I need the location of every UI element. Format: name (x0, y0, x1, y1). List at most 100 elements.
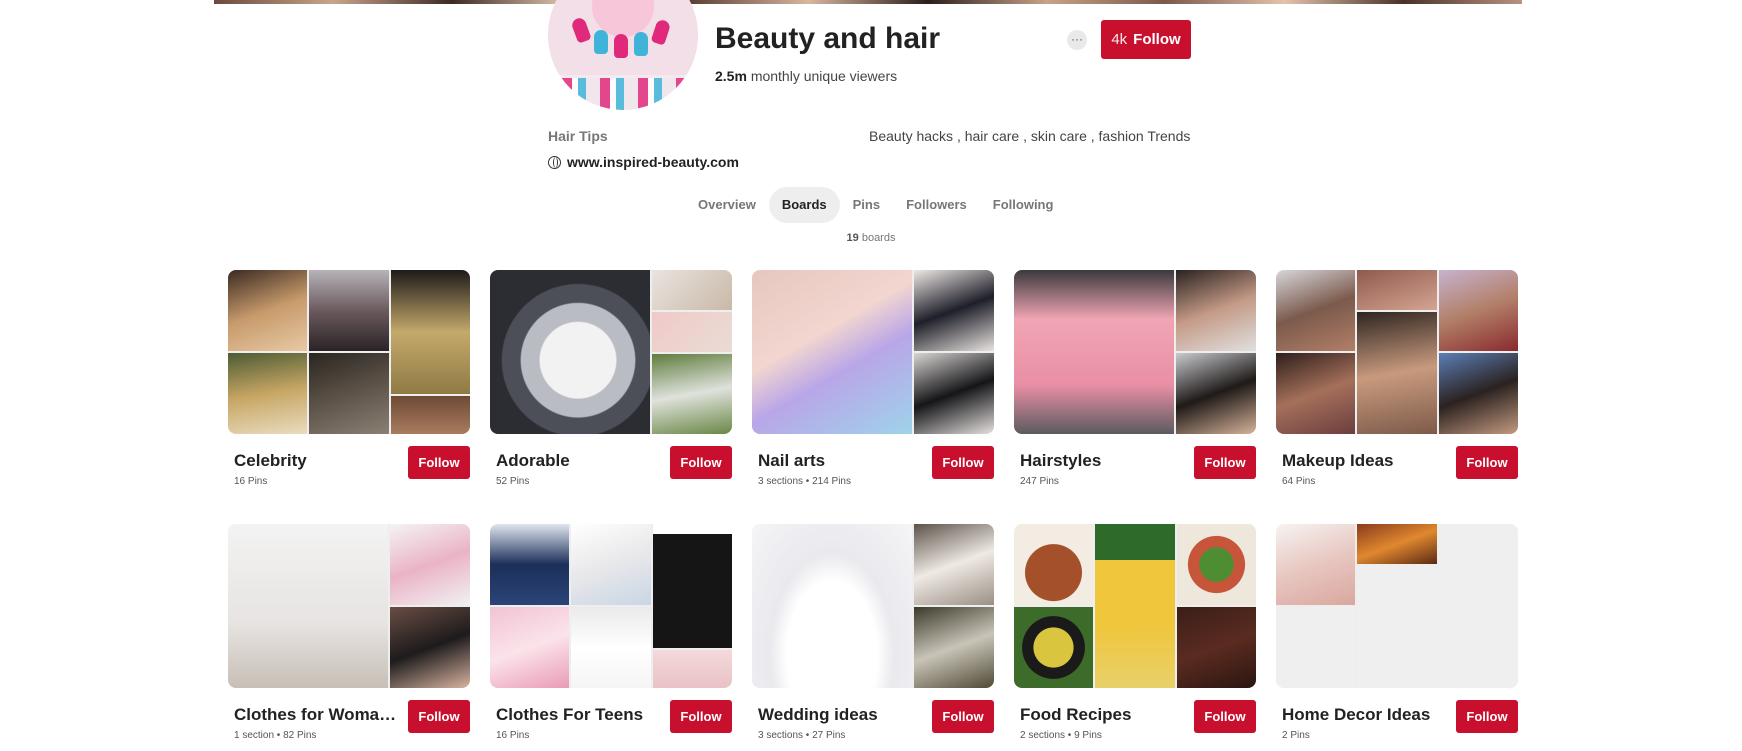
board-card-makeup-ideas[interactable]: Makeup Ideas 64 Pins Follow (1276, 270, 1518, 487)
board-thumbnail (1177, 524, 1256, 605)
board-thumbnail (228, 524, 388, 688)
board-thumbnail (490, 524, 569, 605)
board-thumbnail (752, 270, 912, 434)
tab-following[interactable]: Following (980, 187, 1067, 223)
board-thumbnail (914, 270, 994, 351)
board-cover[interactable] (228, 524, 470, 688)
board-thumbnail (1176, 270, 1256, 351)
tab-boards[interactable]: Boards (768, 187, 840, 223)
board-title[interactable]: Food Recipes (1020, 705, 1131, 725)
board-meta: 3 sections • 214 Pins (758, 476, 851, 487)
board-thumbnail (914, 524, 994, 605)
board-card-adorable[interactable]: Adorable 52 Pins Follow (490, 270, 732, 487)
board-thumbnail (390, 524, 470, 605)
profile-website-link[interactable]: www.inspired-beauty.com (548, 154, 739, 170)
board-title[interactable]: Hairstyles (1020, 451, 1101, 471)
board-card-clothes-for-woman[interactable]: Clothes for Woman ... 1 section • 82 Pin… (228, 524, 470, 741)
board-thumbnail-empty (1439, 524, 1518, 605)
board-thumbnail (1176, 353, 1256, 434)
board-thumbnail (571, 607, 651, 688)
profile-about-left: Hair Tips (548, 128, 608, 144)
board-thumbnail (228, 270, 307, 351)
board-thumbnail-empty (1357, 566, 1437, 688)
monthly-viewers: 2.5m monthly unique viewers (715, 68, 897, 84)
board-thumbnail (1357, 270, 1437, 310)
avatar-nail-shape (634, 32, 648, 56)
board-thumbnail (1276, 270, 1355, 351)
board-follow-button[interactable]: Follow (670, 700, 732, 733)
board-meta: 16 Pins (496, 730, 530, 741)
board-cover[interactable] (228, 270, 470, 434)
board-thumbnail (653, 524, 732, 648)
board-card-nail-arts[interactable]: Nail arts 3 sections • 214 Pins Follow (752, 270, 994, 487)
board-card-home-decor-ideas[interactable]: Home Decor Ideas 2 Pins Follow (1276, 524, 1518, 741)
board-cover[interactable] (1014, 270, 1256, 434)
board-title[interactable]: Makeup Ideas (1282, 451, 1394, 471)
board-title[interactable]: Nail arts (758, 451, 825, 471)
board-thumbnail (1095, 524, 1175, 688)
board-card-wedding-ideas[interactable]: Wedding ideas 3 sections • 27 Pins Follo… (752, 524, 994, 741)
board-card-hairstyles[interactable]: Hairstyles 247 Pins Follow (1014, 270, 1256, 487)
board-cover[interactable] (490, 524, 732, 688)
tab-overview[interactable]: Overview (685, 187, 769, 223)
board-title[interactable]: Clothes For Teens (496, 705, 643, 725)
board-thumbnail (1276, 353, 1355, 434)
board-thumbnail (1439, 270, 1518, 351)
tab-pins[interactable]: Pins (840, 187, 893, 223)
tab-followers[interactable]: Followers (893, 187, 980, 223)
board-title[interactable]: Celebrity (234, 451, 307, 471)
profile-about-right: Beauty hacks , hair care , skin care , f… (869, 128, 1191, 144)
boards-count-number: 19 (846, 232, 859, 244)
board-follow-button[interactable]: Follow (1456, 700, 1518, 733)
board-thumbnail (1276, 524, 1355, 605)
board-cover[interactable] (1276, 270, 1518, 434)
follow-label: Follow (1133, 31, 1181, 48)
avatar-nail-shape (614, 34, 628, 58)
board-thumbnail (571, 524, 651, 605)
board-title[interactable]: Adorable (496, 451, 570, 471)
board-follow-button[interactable]: Follow (1194, 446, 1256, 479)
board-title[interactable]: Wedding ideas (758, 705, 878, 725)
board-cover[interactable] (490, 270, 732, 434)
board-meta: 52 Pins (496, 476, 530, 487)
boards-count-label: boards (861, 232, 896, 244)
board-follow-button[interactable]: Follow (1194, 700, 1256, 733)
follow-profile-button[interactable]: 4k Follow (1101, 20, 1191, 59)
board-cover[interactable] (1276, 524, 1518, 688)
board-follow-button[interactable]: Follow (932, 446, 994, 479)
avatar-nail-shape (594, 30, 608, 54)
board-thumbnail (490, 607, 569, 688)
board-thumbnail (1357, 312, 1437, 434)
board-thumbnail (652, 270, 732, 310)
profile-avatar[interactable] (548, 0, 698, 110)
board-cover[interactable] (752, 524, 994, 688)
board-meta: 2 sections • 9 Pins (1020, 730, 1102, 741)
board-thumbnail (490, 270, 650, 434)
board-follow-button[interactable]: Follow (408, 446, 470, 479)
board-meta: 64 Pins (1282, 476, 1316, 487)
board-thumbnail-empty (1439, 607, 1518, 688)
board-thumbnail (309, 270, 389, 351)
globe-icon (548, 155, 561, 169)
more-options-icon[interactable]: ··· (1067, 30, 1087, 50)
board-card-food-recipes[interactable]: Food Recipes 2 sections • 9 Pins Follow (1014, 524, 1256, 741)
board-title[interactable]: Clothes for Woman ... (234, 705, 402, 725)
board-follow-button[interactable]: Follow (1456, 446, 1518, 479)
board-meta: 1 section • 82 Pins (234, 730, 317, 741)
board-meta: 2 Pins (1282, 730, 1310, 741)
board-thumbnail (653, 650, 732, 688)
board-card-celebrity[interactable]: Celebrity 16 Pins Follow (228, 270, 470, 487)
board-follow-button[interactable]: Follow (408, 700, 470, 733)
viewers-label: monthly unique viewers (750, 68, 898, 84)
board-cover[interactable] (1014, 524, 1256, 688)
board-thumbnail (652, 354, 732, 434)
board-thumbnail-empty (1276, 607, 1355, 688)
board-follow-button[interactable]: Follow (670, 446, 732, 479)
board-title[interactable]: Home Decor Ideas (1282, 705, 1430, 725)
board-card-clothes-for-teens[interactable]: Clothes For Teens 16 Pins Follow (490, 524, 732, 741)
board-cover[interactable] (752, 270, 994, 434)
board-follow-button[interactable]: Follow (932, 700, 994, 733)
follower-count: 4k (1111, 31, 1128, 48)
board-thumbnail (652, 312, 732, 352)
profile-title: Beauty and hair (715, 22, 941, 55)
